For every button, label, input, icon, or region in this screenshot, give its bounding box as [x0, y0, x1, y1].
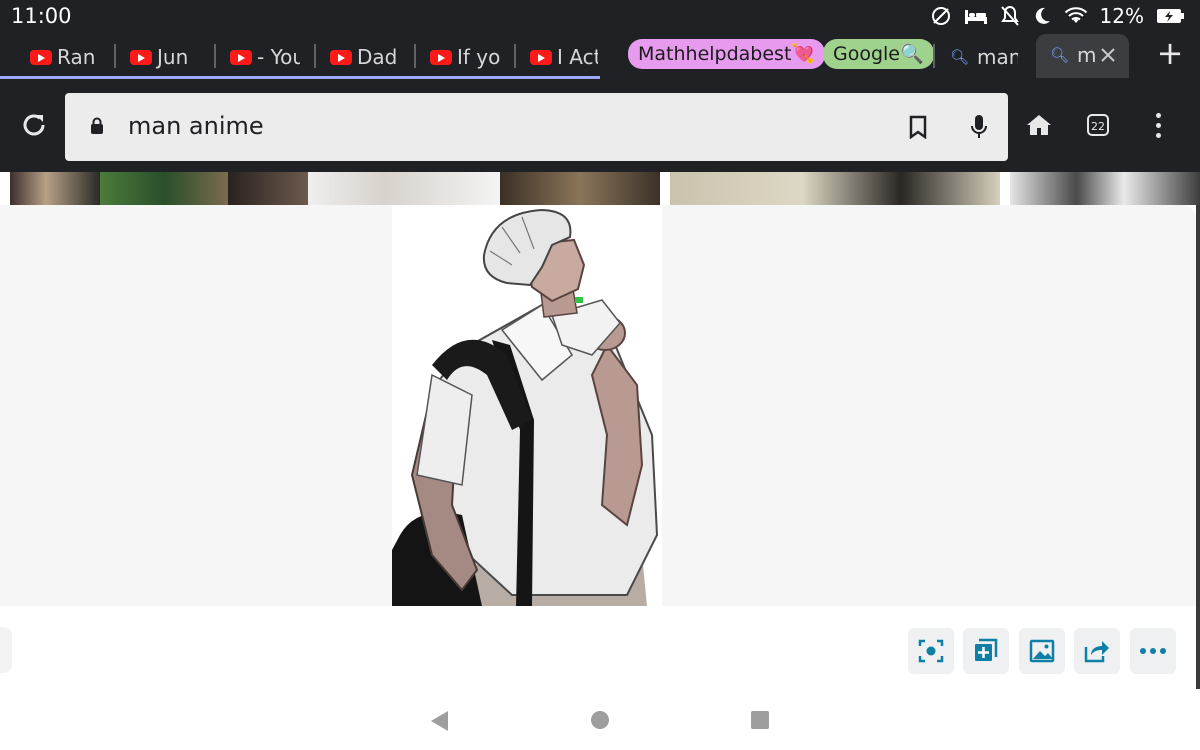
lens-search-button[interactable]: [908, 628, 954, 674]
tab-youtube-1[interactable]: Ran: [30, 40, 98, 74]
tab-search-man[interactable]: 🔍︎ man: [950, 40, 1018, 74]
recents-icon[interactable]: [751, 711, 769, 729]
tab-title: Dad: [357, 45, 398, 69]
tab-divider: [114, 44, 116, 68]
bookmark-icon[interactable]: [909, 115, 927, 139]
tab-active-content: 🔍︎ m: [1050, 38, 1097, 72]
tab-group-indicator: [0, 76, 600, 79]
tab-switcher-button[interactable]: 22: [1087, 114, 1109, 136]
result-thumbnail[interactable]: [10, 172, 100, 205]
search-results-background: [0, 172, 1200, 205]
more-icon: [1140, 648, 1166, 654]
close-icon[interactable]: [1100, 47, 1116, 63]
tab-youtube-6[interactable]: I Act: [530, 40, 598, 74]
url-text[interactable]: man anime: [128, 112, 264, 140]
reload-icon[interactable]: [19, 110, 49, 140]
toolbar: man anime 22: [0, 80, 1200, 172]
tab-youtube-2[interactable]: Jun: [130, 40, 200, 74]
anime-man-illustration: [392, 205, 662, 606]
search-icon: 🔍︎: [1050, 46, 1070, 64]
tab-divider: [214, 44, 216, 68]
tab-divider: [933, 44, 935, 68]
viewer-edge: [1196, 205, 1200, 689]
search-icon: 🔍︎: [950, 48, 970, 66]
tab-group-google[interactable]: Google🔍: [823, 39, 934, 69]
tab-title: Ran: [57, 45, 96, 69]
tab-title: If yo: [457, 45, 500, 69]
mic-icon[interactable]: [969, 113, 989, 141]
notifications-off-icon: [1000, 5, 1019, 26]
result-thumbnail[interactable]: [228, 172, 308, 205]
lock-icon[interactable]: [90, 117, 104, 135]
new-tab-button[interactable]: +: [1155, 37, 1185, 69]
result-thumbnail[interactable]: [1010, 172, 1200, 205]
youtube-icon: [430, 49, 452, 65]
tab-divider: [314, 44, 316, 68]
result-image[interactable]: [392, 205, 662, 606]
youtube-icon: [330, 49, 352, 65]
system-nav-bar: [0, 689, 1200, 750]
status-time: 11:00: [11, 4, 72, 28]
lens-search-icon: [918, 639, 944, 663]
tab-group-mathhelpdabest[interactable]: Mathhelpdabest💘: [628, 39, 826, 69]
tab-active[interactable]: 🔍︎ m: [1036, 34, 1129, 78]
tab-strip: Ran Jun - You Dad If yo I Act Mathhelpda…: [0, 32, 1200, 80]
youtube-icon: [30, 49, 52, 65]
status-icons: 12%: [930, 3, 1186, 29]
image-icon: [1029, 639, 1055, 663]
tab-title: I Act: [557, 45, 598, 69]
tab-divider: [414, 44, 416, 68]
youtube-icon: [130, 49, 152, 65]
battery-charging-icon: [1157, 9, 1184, 23]
tab-title: m: [1077, 43, 1097, 67]
menu-icon[interactable]: [1150, 113, 1166, 139]
omnibox[interactable]: man anime: [65, 93, 1008, 161]
tab-title: man: [977, 45, 1018, 69]
result-thumbnail[interactable]: [670, 172, 1000, 205]
add-to-collection-button[interactable]: [963, 628, 1009, 674]
image-button[interactable]: [1019, 628, 1065, 674]
result-thumbnail[interactable]: [500, 172, 660, 205]
tab-title: - You: [257, 45, 300, 69]
moon-icon: [1035, 7, 1050, 24]
add-to-collection-icon: [975, 638, 998, 661]
more-button[interactable]: [1130, 628, 1176, 674]
wifi-icon: [1064, 7, 1087, 23]
tab-title: Jun: [157, 45, 189, 69]
result-thumbnail[interactable]: [100, 172, 228, 205]
side-handle[interactable]: [0, 627, 12, 673]
share-button[interactable]: [1074, 628, 1120, 674]
tab-youtube-5[interactable]: If yo: [430, 40, 500, 74]
tab-youtube-3[interactable]: - You: [230, 40, 300, 74]
youtube-icon: [530, 49, 552, 65]
image-stage: [0, 205, 1196, 606]
bed-icon: [964, 10, 987, 24]
image-viewer: [0, 205, 1196, 689]
battery-percent: 12%: [1099, 4, 1144, 28]
status-bar: 11:00 12%: [0, 0, 1200, 32]
back-icon[interactable]: [431, 711, 448, 731]
youtube-icon: [230, 49, 252, 65]
no-sim-icon: [931, 7, 950, 25]
share-icon: [1084, 641, 1109, 663]
tab-divider: [514, 44, 516, 68]
home-button-icon[interactable]: [591, 711, 609, 729]
result-thumbnail[interactable]: [308, 172, 500, 205]
home-icon[interactable]: [1026, 113, 1052, 137]
tab-youtube-4[interactable]: Dad: [330, 40, 400, 74]
